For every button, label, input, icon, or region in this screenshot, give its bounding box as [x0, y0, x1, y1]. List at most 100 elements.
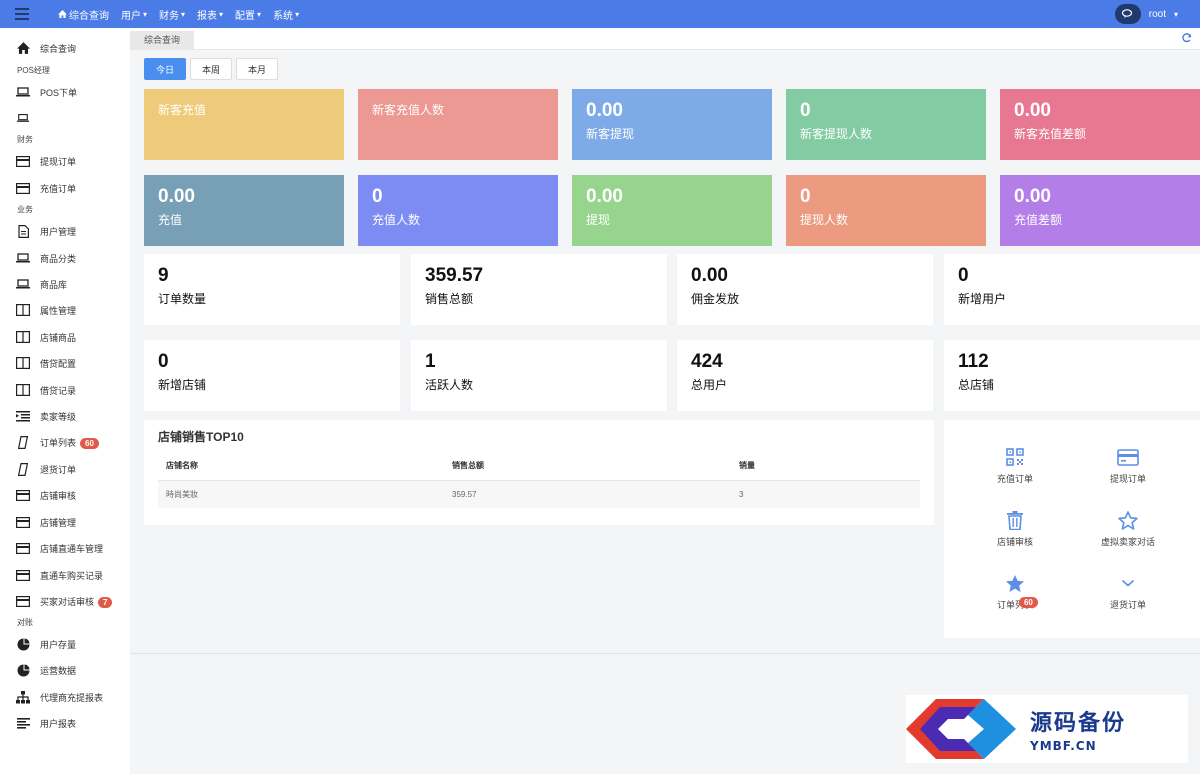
nav-finance[interactable]: 财务 ▾: [159, 7, 185, 22]
username: root: [1148, 8, 1166, 20]
table-cell: 時尚美妝: [158, 480, 444, 508]
home-icon: [58, 10, 67, 18]
watermark-char: 码: [951, 717, 973, 743]
period-month-button[interactable]: 本月: [236, 58, 279, 80]
sidebar-item-label: 充值订单: [40, 183, 77, 194]
nav-users[interactable]: 用户 ▾: [121, 7, 147, 22]
stat-label: 总店铺: [958, 378, 995, 392]
sidebar-item-dashboard[interactable]: 综合查询: [16, 41, 76, 55]
sidebar-item-express-management[interactable]: 店铺直通车管理: [16, 541, 103, 555]
sidebar-item-label: POS下单: [40, 87, 78, 98]
card-icon: [16, 541, 30, 555]
watermark-domain: YMBF.CN: [1030, 739, 1097, 753]
sidebar-item-label: 店铺审核: [40, 490, 77, 501]
period-week-button[interactable]: 本周: [190, 58, 233, 80]
stat-card-sales-total: 359.57 销售总额: [411, 254, 667, 325]
star-icon: [955, 572, 1075, 594]
chat-icon[interactable]: [1114, 4, 1141, 24]
watermark-logo: 码 源码备份 YMBF.CN: [906, 695, 1188, 763]
column-header: 销售总额: [444, 452, 731, 481]
stat-card-new-withdraw: 0.00 新客提现: [572, 89, 772, 160]
stat-label: 销售总额: [425, 292, 474, 306]
sidebar-item-label: 退货订单: [40, 464, 77, 475]
sidebar-item-category[interactable]: 商品分类: [16, 251, 76, 265]
menu-toggle-button[interactable]: [0, 0, 44, 28]
stat-card-new-users: 0 新增用户: [944, 254, 1200, 325]
quick-action-label: 店铺审核: [996, 537, 1033, 547]
nav-config[interactable]: 配置 ▾: [235, 7, 261, 22]
caret-down-icon: ▾: [219, 9, 224, 19]
stat-value: 0: [958, 265, 969, 286]
stat-card-active-users: 1 活跃人数: [411, 340, 667, 411]
sitemap-icon: [16, 690, 30, 704]
stat-value: 1: [425, 351, 436, 372]
nav-reports[interactable]: 报表 ▾: [197, 7, 223, 22]
nav-system[interactable]: 系统 ▾: [273, 7, 299, 22]
sidebar-item-attributes[interactable]: 属性管理: [16, 303, 76, 317]
quick-action-virtual-seller-chat[interactable]: 虚拟卖家对话: [1068, 509, 1188, 548]
stat-label: 新客充值差额: [1014, 127, 1087, 141]
stat-label: 新增店铺: [158, 378, 207, 392]
main-content: 综合查询 今日 本周 本月 新客充值 新客充值人数 0.00 新客提现 0 新客…: [130, 28, 1200, 774]
quick-action-return-orders[interactable]: 退货订单: [1068, 572, 1188, 611]
stat-label: 提现: [586, 213, 611, 227]
stat-card-total-shops: 112 总店铺: [944, 340, 1200, 411]
columns-icon: [16, 330, 30, 344]
stat-label: 活跃人数: [425, 378, 474, 392]
stat-value: 359.57: [425, 265, 484, 286]
stat-value: 0.00: [1014, 186, 1051, 207]
mobile-icon: [16, 462, 30, 476]
stat-card-recharge: 0.00 充值: [144, 175, 344, 246]
nav-home-label: 综合查询: [69, 10, 109, 22]
mobile-icon: [16, 435, 30, 449]
sidebar-item-pos-extra[interactable]: [16, 111, 30, 125]
sidebar-item-user-report[interactable]: 用户报表: [16, 716, 76, 730]
laptop-icon: [16, 277, 30, 291]
columns-icon: [16, 356, 30, 370]
sidebar-item-withdraw-orders[interactable]: 提现订单: [16, 154, 76, 168]
sidebar-item-buyer-chat-review[interactable]: 买家对话审核 7: [16, 594, 113, 608]
sidebar-item-express-purchases[interactable]: 直通车购买记录: [16, 568, 103, 582]
sidebar-item-shop-management[interactable]: 店铺管理: [16, 515, 76, 529]
sidebar-item-operations-data[interactable]: 运营数据: [16, 663, 76, 677]
stat-value: 0.00: [586, 186, 623, 207]
sidebar-item-recharge-orders[interactable]: 充值订单: [16, 181, 76, 195]
quick-action-recharge-orders[interactable]: 充值订单: [955, 446, 1075, 485]
table-cell: 3: [731, 480, 920, 508]
pie-icon: [16, 663, 30, 677]
sidebar-item-user-management[interactable]: 用户管理: [16, 224, 76, 238]
sidebar-item-shop-review[interactable]: 店铺审核: [16, 488, 76, 502]
stat-value: 0: [372, 186, 383, 207]
period-today-button[interactable]: 今日: [144, 58, 187, 80]
nav-home[interactable]: 综合查询: [58, 7, 109, 22]
sidebar-item-user-stock[interactable]: 用户存量: [16, 637, 76, 651]
sidebar-item-loan-records[interactable]: 借贷记录: [16, 383, 76, 397]
stat-label: 提现人数: [800, 213, 849, 227]
sidebar-item-product-library[interactable]: 商品库: [16, 277, 67, 291]
sidebar-item-seller-level[interactable]: 卖家等级: [16, 409, 76, 423]
sidebar-item-label: 属性管理: [40, 305, 77, 316]
quick-action-order-list[interactable]: 订单列表 60: [955, 572, 1075, 611]
stat-value: 0.00: [1014, 100, 1051, 121]
quick-action-shop-review[interactable]: 店铺审核: [955, 509, 1075, 548]
order-count-badge: 60: [80, 437, 99, 449]
sidebar-item-label: 提现订单: [40, 156, 77, 167]
sidebar-item-loan-config[interactable]: 借贷配置: [16, 356, 76, 370]
sidebar-item-shop-products[interactable]: 店铺商品: [16, 330, 76, 344]
sidebar-item-pos-order[interactable]: POS下单: [16, 85, 77, 99]
chevron-down-icon: [1068, 572, 1188, 594]
user-menu[interactable]: root ▾: [1114, 4, 1178, 24]
refresh-icon[interactable]: [1182, 33, 1192, 46]
caret-down-icon: ▾: [257, 9, 262, 19]
stat-card-order-count: 9 订单数量: [144, 254, 400, 325]
stat-value: 0: [800, 100, 811, 121]
tab-strip: 综合查询: [130, 28, 1200, 50]
column-header: 店铺名称: [158, 452, 444, 481]
quick-actions-panel: 充值订单 提现订单 店铺审核 虚拟卖家对话 订单列表 60 退货订单: [944, 420, 1200, 638]
sidebar-item-order-list[interactable]: 订单列表 60: [16, 435, 99, 449]
sidebar-item-label: 店铺商品: [40, 332, 77, 343]
sidebar-item-agent-report[interactable]: 代理商充提报表: [16, 690, 103, 704]
sidebar-item-return-orders[interactable]: 退货订单: [16, 462, 76, 476]
tab-dashboard[interactable]: 综合查询: [130, 31, 195, 50]
quick-action-withdraw-orders[interactable]: 提现订单: [1068, 446, 1188, 485]
